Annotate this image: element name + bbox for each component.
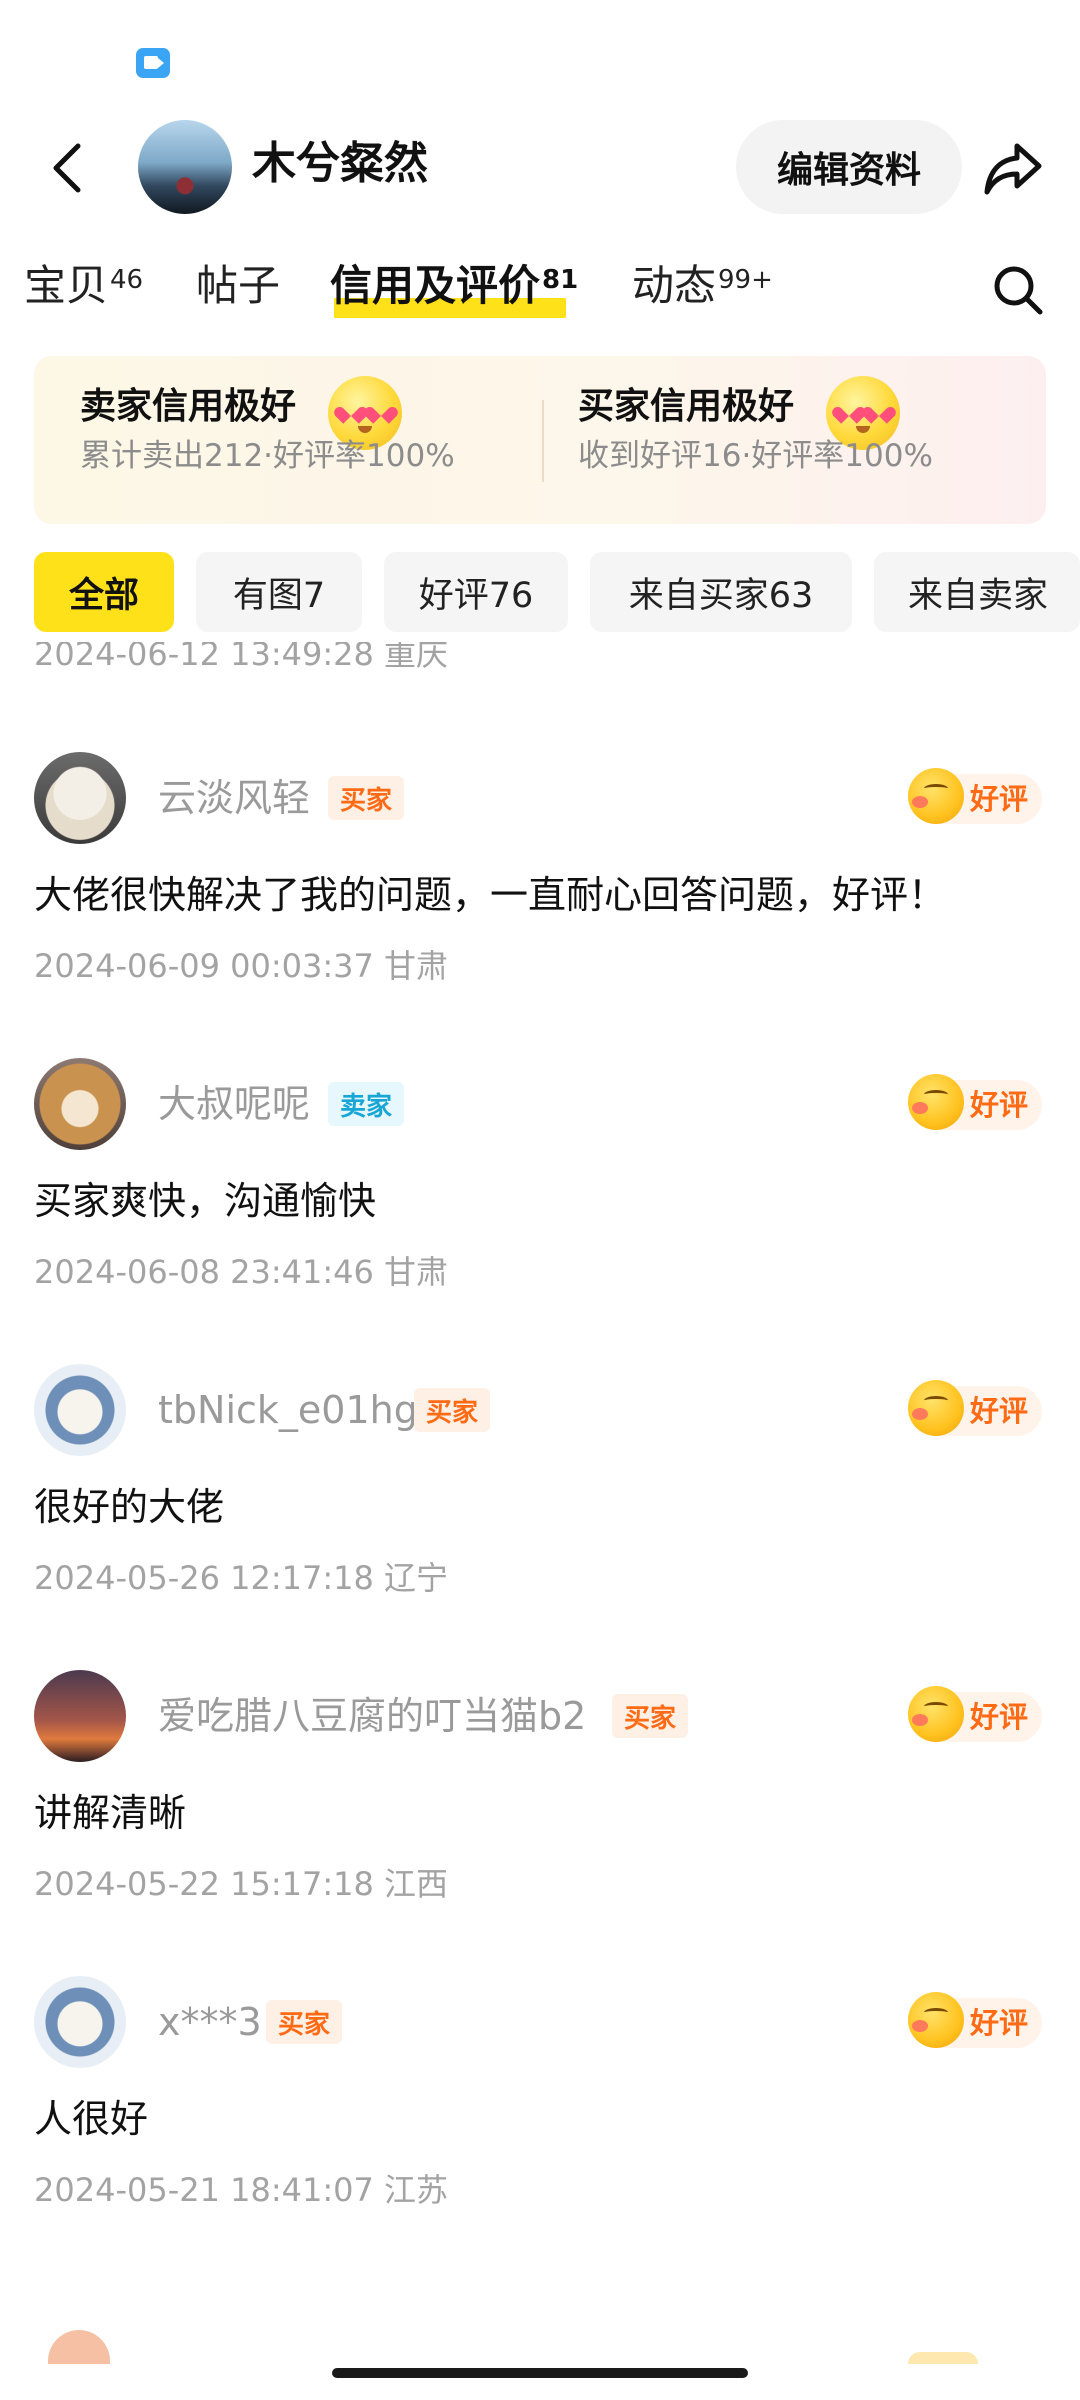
buyer-role-badge: 买家 xyxy=(612,1694,689,1738)
reviewer-avatar[interactable] xyxy=(48,2330,110,2364)
tab-label: 动态 xyxy=(632,261,717,310)
reviewer-avatar[interactable] xyxy=(34,1670,126,1762)
filter-chip-from-sellers[interactable]: 来自卖家 xyxy=(874,552,1080,632)
rating-label: 好评 xyxy=(970,2006,1029,2040)
review-meta: 2024-05-26 12:17:18 辽宁 xyxy=(34,1559,449,1597)
filter-chip-with-images[interactable]: 有图7 xyxy=(196,552,362,632)
buyer-role-badge: 买家 xyxy=(414,1388,491,1432)
rating-label: 好评 xyxy=(970,1394,1029,1428)
rating-label: 好评 xyxy=(970,1700,1029,1734)
positive-rating-badge: 好评 xyxy=(908,768,1042,824)
buyer-role-badge: 买家 xyxy=(328,776,405,820)
filter-chip-all[interactable]: 全部 xyxy=(34,552,174,632)
review-meta: 2024-06-12 13:49:28 重庆 xyxy=(34,642,449,673)
profile-name: 木兮粲然 xyxy=(252,138,428,189)
positive-rating-badge: 好评 xyxy=(908,1074,1042,1130)
tab-items[interactable]: 宝贝46 xyxy=(24,256,143,316)
tab-posts[interactable]: 帖子 xyxy=(196,256,282,316)
search-icon[interactable] xyxy=(990,262,1046,318)
filter-chip-positive[interactable]: 好评76 xyxy=(384,552,568,632)
smiley-face-icon xyxy=(908,768,964,824)
filter-chip-from-buyers[interactable]: 来自买家63 xyxy=(590,552,852,632)
review-content: 买家爽快，沟通愉快 xyxy=(34,1179,377,1223)
seller-credit-stats: 累计卖出212·好评率100% xyxy=(80,438,455,474)
reviewer-avatar[interactable] xyxy=(34,1976,126,2068)
buyer-role-badge: 买家 xyxy=(266,2000,343,2044)
review-content: 讲解清晰 xyxy=(34,1791,187,1835)
reviewer-avatar[interactable] xyxy=(34,1364,126,1456)
positive-rating-badge: 好评 xyxy=(908,1992,1042,2048)
edit-profile-button[interactable]: 编辑资料 xyxy=(736,120,962,214)
positive-rating-badge: 好评 xyxy=(908,1686,1042,1742)
home-indicator[interactable] xyxy=(332,2368,748,2378)
back-arrow-icon[interactable] xyxy=(40,128,96,208)
buyer-credit-stats: 收到好评16·好评率100% xyxy=(578,438,933,474)
divider xyxy=(542,400,544,482)
tab-label: 宝贝 xyxy=(24,261,109,310)
tab-count: 99+ xyxy=(718,265,773,295)
seller-role-badge: 卖家 xyxy=(328,1082,405,1126)
positive-rating-badge: 好评 xyxy=(908,1380,1042,1436)
review-meta: 2024-06-09 00:03:37 甘肃 xyxy=(34,947,449,985)
review-meta: 2024-06-08 23:41:46 甘肃 xyxy=(34,1253,449,1291)
reviewer-avatar[interactable] xyxy=(34,1058,126,1150)
positive-rating-badge xyxy=(908,2352,978,2364)
tab-label: 帖子 xyxy=(196,261,281,310)
reviewer-name[interactable]: x***3 xyxy=(158,1996,262,2048)
rating-label: 好评 xyxy=(970,782,1029,816)
rating-label: 好评 xyxy=(970,1088,1029,1122)
buyer-credit-title: 买家信用极好 xyxy=(578,386,795,427)
tab-label: 信用及评价 xyxy=(330,261,541,310)
profile-avatar[interactable] xyxy=(138,120,232,214)
previous-review-clip: 2024-06-12 13:49:28 重庆 xyxy=(0,642,1080,678)
smiley-face-icon xyxy=(908,1380,964,1436)
reviewer-name[interactable]: 云淡风轻 xyxy=(158,772,310,824)
reviewer-name[interactable]: 大叔呢呢 xyxy=(158,1078,310,1130)
review-content: 大佬很快解决了我的问题，一直耐心回答问题，好评！ xyxy=(34,873,947,917)
tab-count: 81 xyxy=(542,265,579,295)
review-content: 很好的大佬 xyxy=(34,1485,225,1529)
review-content: 人很好 xyxy=(34,2097,149,2141)
tab-count: 46 xyxy=(110,265,144,295)
tab-credit-reviews[interactable]: 信用及评价81 xyxy=(330,256,578,316)
camera-status-icon xyxy=(136,48,170,78)
reviewer-avatar[interactable] xyxy=(34,752,126,844)
seller-credit-title: 卖家信用极好 xyxy=(80,386,297,427)
smiley-face-icon xyxy=(908,1074,964,1130)
reviewer-name[interactable]: 爱吃腊八豆腐的叮当猫b2 xyxy=(158,1690,586,1742)
share-icon[interactable] xyxy=(978,128,1048,208)
tab-activity[interactable]: 动态99+ xyxy=(632,256,773,316)
smiley-face-icon xyxy=(908,1686,964,1742)
smiley-face-icon xyxy=(908,1992,964,2048)
review-meta: 2024-05-21 18:41:07 江苏 xyxy=(34,2171,449,2209)
reviewer-name[interactable]: tbNick_e01hg xyxy=(158,1384,418,1436)
review-meta: 2024-05-22 15:17:18 江西 xyxy=(34,1865,449,1903)
